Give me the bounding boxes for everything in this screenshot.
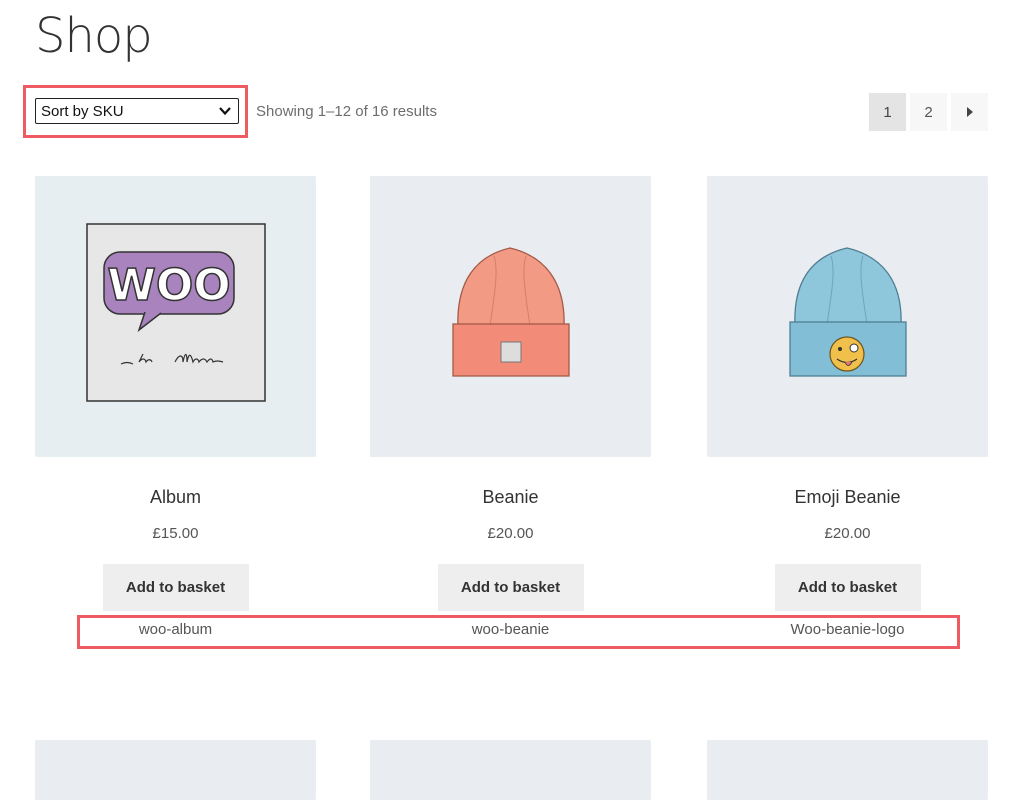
product-title[interactable]: Beanie — [370, 487, 651, 508]
product-sku: Woo-beanie-logo — [790, 621, 905, 638]
product-card-beanie: Beanie £20.00 Add to basket woo-beanie — [370, 176, 651, 638]
product-image-album[interactable]: WOO — [35, 176, 316, 457]
pagination: 1 2 — [869, 93, 988, 131]
page-2-button[interactable]: 2 — [910, 93, 947, 131]
product-card-album: WOO Album £15.00 Add to basket woo-album — [35, 176, 316, 638]
add-to-basket-button[interactable]: Add to basket — [774, 564, 921, 611]
product-image-beanie[interactable] — [370, 176, 651, 457]
album-cover-icon: WOO — [86, 223, 266, 402]
product-image-placeholder[interactable] — [35, 740, 316, 800]
product-image-placeholder[interactable] — [370, 740, 651, 800]
caret-right-icon — [966, 107, 973, 117]
product-card-emoji-beanie: Emoji Beanie £20.00 Add to basket Woo-be… — [707, 176, 988, 638]
product-title[interactable]: Album — [35, 487, 316, 508]
product-price: £15.00 — [152, 525, 199, 542]
product-image-placeholder[interactable] — [707, 740, 988, 800]
result-count: Showing 1–12 of 16 results — [256, 103, 437, 120]
sort-select[interactable]: Sort by SKU — [35, 98, 239, 124]
product-image-emoji-beanie[interactable] — [707, 176, 988, 457]
beanie-icon — [452, 247, 570, 377]
next-page-button[interactable] — [951, 93, 988, 131]
add-to-basket-button[interactable]: Add to basket — [437, 564, 584, 611]
product-sku: woo-album — [138, 621, 213, 638]
product-price: £20.00 — [487, 525, 534, 542]
chevron-down-icon — [219, 107, 231, 116]
page-title: Shop — [35, 8, 153, 64]
svg-text:WOO: WOO — [107, 260, 230, 311]
sort-select-value: Sort by SKU — [41, 102, 124, 120]
product-sku: woo-beanie — [471, 621, 550, 638]
page-1-button[interactable]: 1 — [869, 93, 906, 131]
emoji-beanie-icon — [789, 247, 907, 377]
product-title[interactable]: Emoji Beanie — [707, 487, 988, 508]
product-price: £20.00 — [824, 525, 871, 542]
add-to-basket-button[interactable]: Add to basket — [102, 564, 249, 611]
